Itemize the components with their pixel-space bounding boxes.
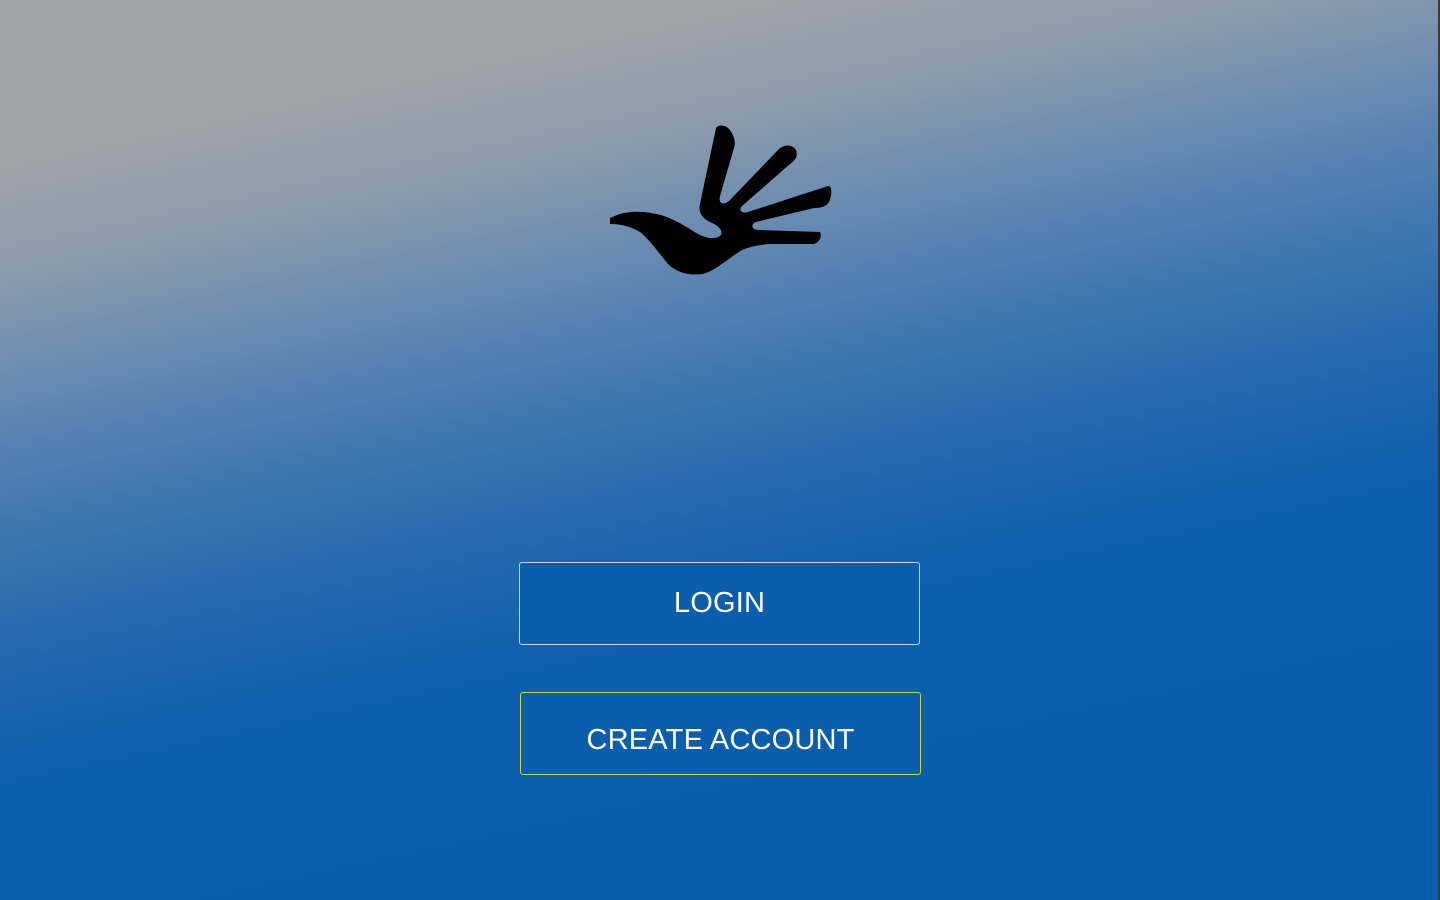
login-screen: LOGIN CREATE ACCOUNT	[0, 0, 1440, 900]
login-button[interactable]: LOGIN	[519, 562, 920, 645]
hand-dove-logo-icon	[606, 122, 836, 280]
create-account-button[interactable]: CREATE ACCOUNT	[520, 692, 921, 775]
